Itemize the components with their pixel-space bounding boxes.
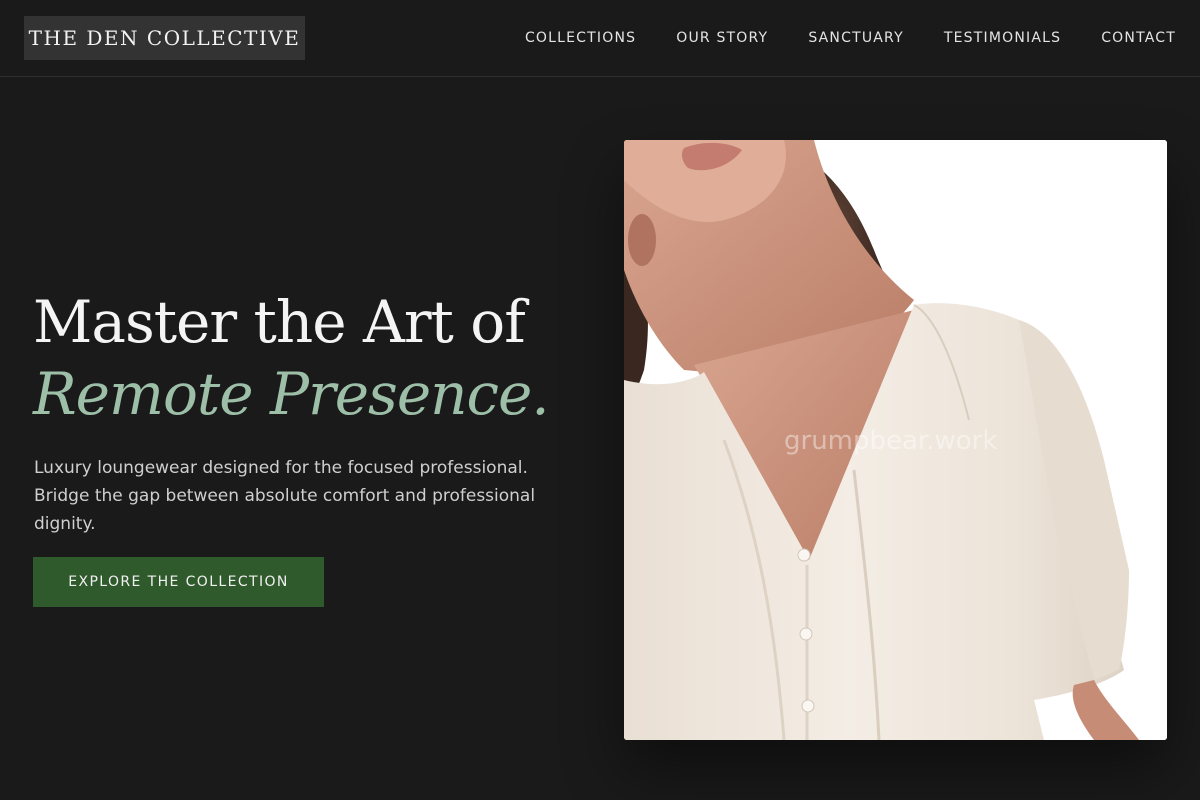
nav-links: COLLECTIONS OUR STORY SANCTUARY TESTIMON… [525,0,1176,76]
explore-collection-button[interactable]: EXPLORE THE COLLECTION [33,557,324,607]
brand-logo[interactable]: THE DEN COLLECTIVE [24,16,305,60]
hero-subtext: Luxury loungewear designed for the focus… [34,458,536,534]
nav-link-testimonials[interactable]: TESTIMONIALS [944,30,1061,46]
headline-accent: Remote Presence. [33,360,550,428]
hero-headline: Master the Art of Remote Presence. [33,286,603,430]
nav-link-collections[interactable]: COLLECTIONS [525,30,636,46]
top-nav: THE DEN COLLECTIVE COLLECTIONS OUR STORY… [0,0,1200,77]
hero-image: grumpbear.work [624,140,1167,740]
nav-link-our-story[interactable]: OUR STORY [676,30,768,46]
nav-link-contact[interactable]: CONTACT [1101,30,1176,46]
model-illustration [624,140,1167,740]
headline-line-1: Master the Art of [33,288,526,356]
nav-link-sanctuary[interactable]: SANCTUARY [808,30,904,46]
